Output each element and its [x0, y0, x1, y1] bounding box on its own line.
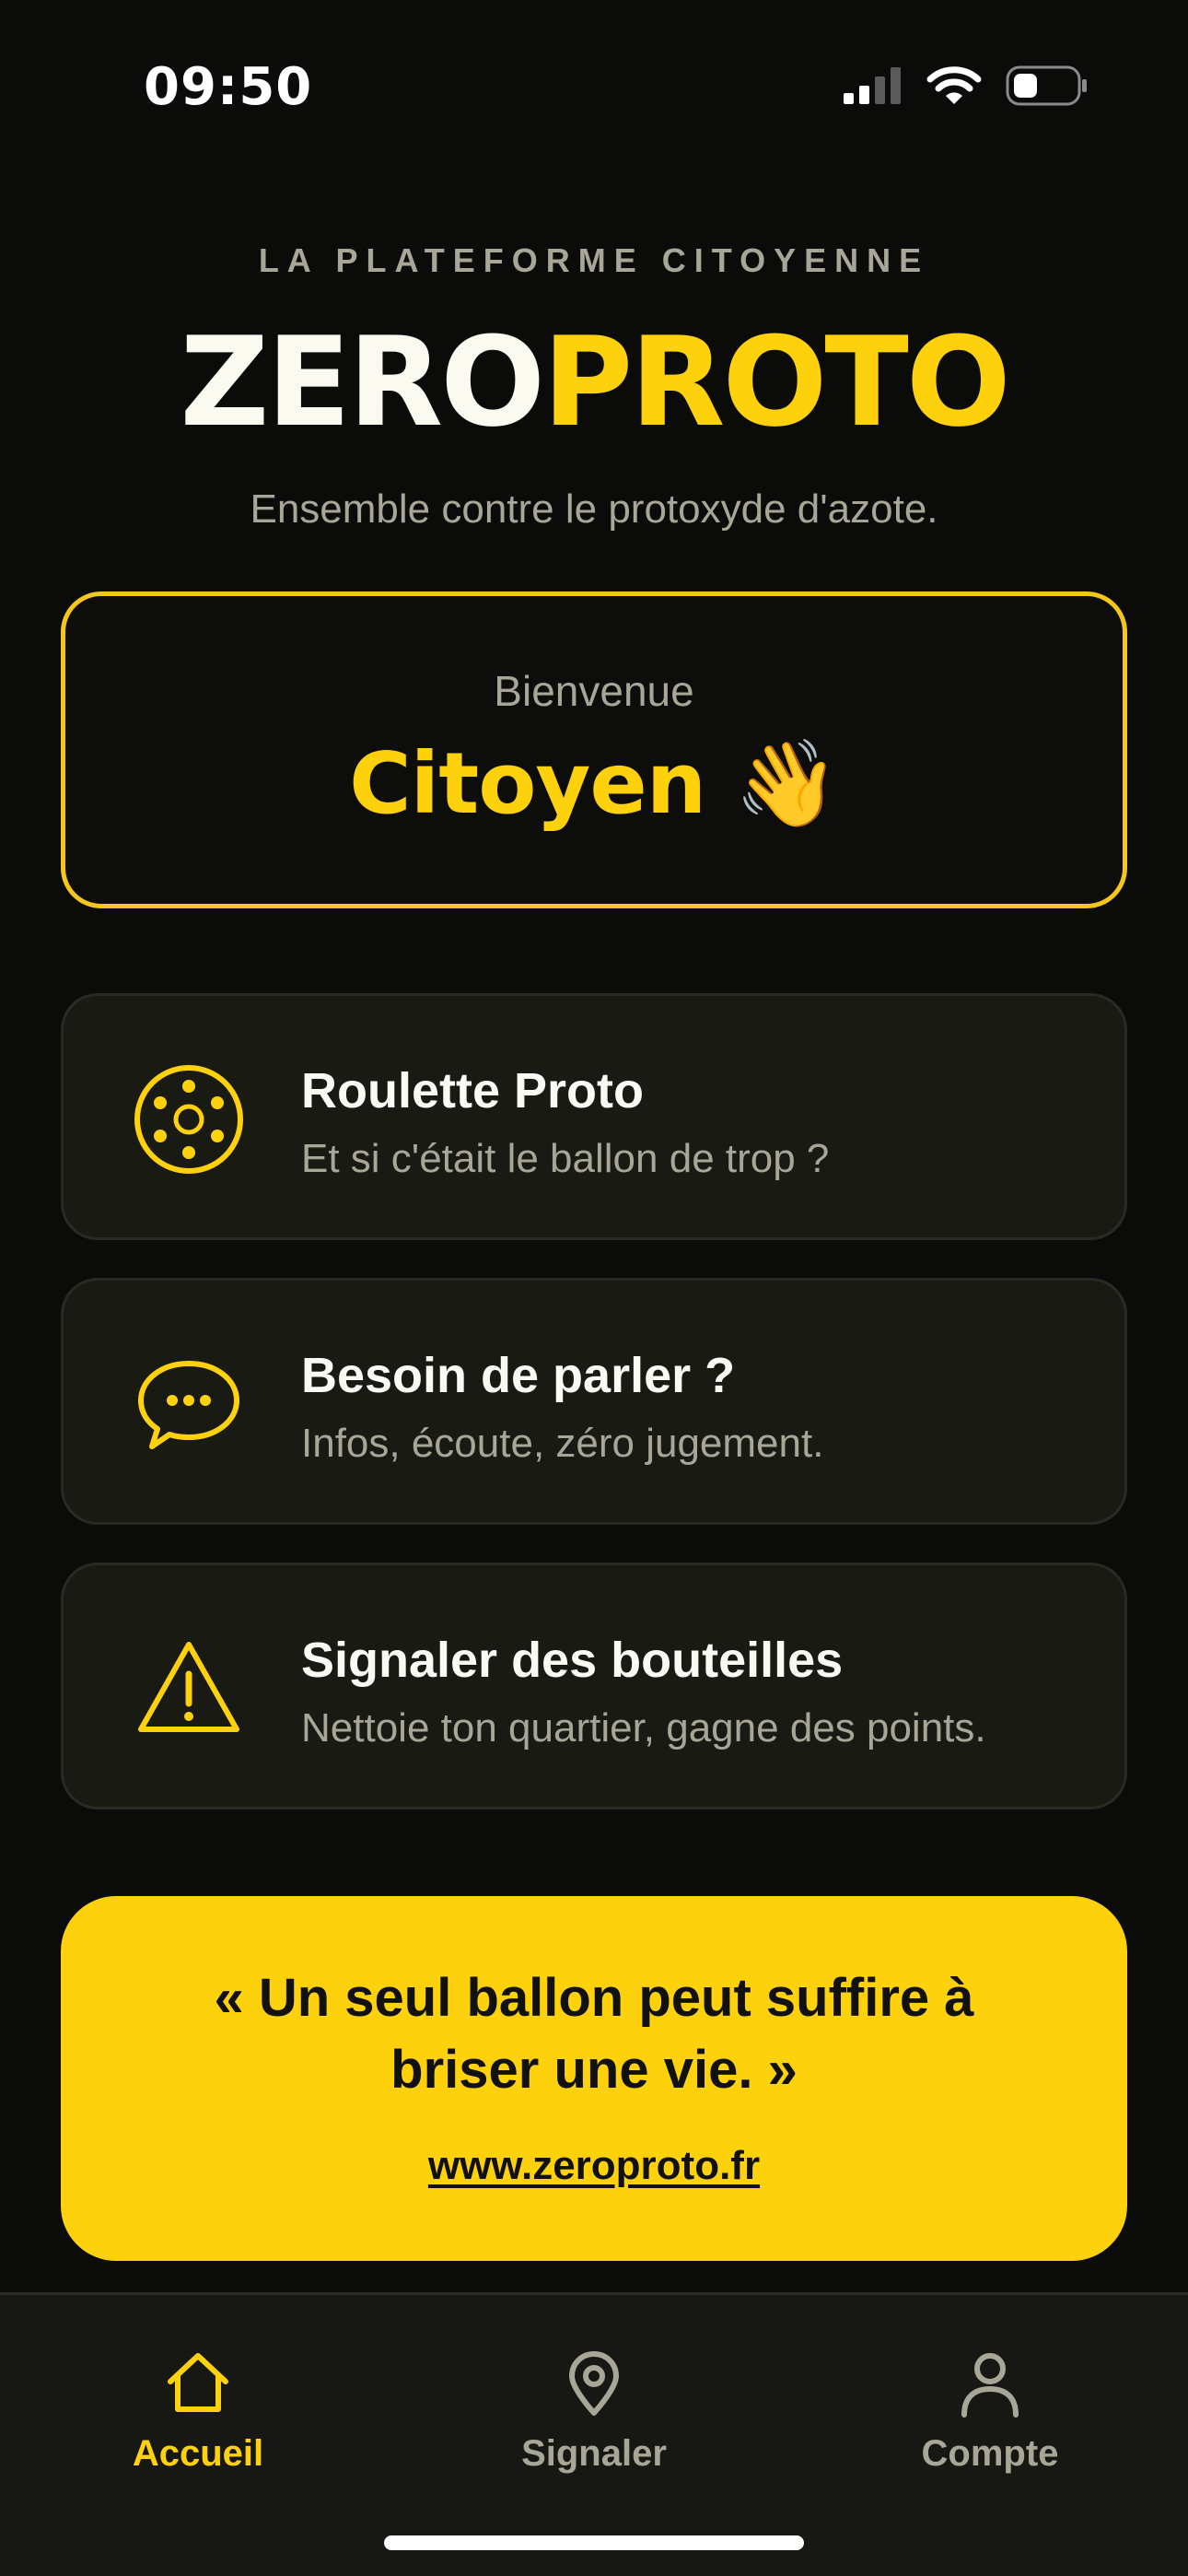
quote-card: « Un seul ballon peut suffire à briser u…: [61, 1896, 1127, 2261]
wifi-icon: [926, 66, 982, 104]
welcome-name: Citoyen 👋: [349, 734, 840, 833]
subtitle: Ensemble contre le protoxyde d'azote.: [250, 486, 938, 532]
welcome-label: Bienvenue: [494, 667, 694, 715]
card-title: Signaler des bouteilles: [301, 1633, 844, 1688]
tab-accueil[interactable]: Accueil: [60, 2348, 336, 2475]
home-indicator[interactable]: [384, 2535, 804, 2550]
tab-label: Compte: [921, 2433, 1059, 2474]
roulette-proto-card[interactable]: Roulette Proto Et si c'était le ballon d…: [61, 993, 1127, 1240]
card-description: Infos, écoute, zéro jugement.: [301, 1421, 824, 1466]
home-icon: [168, 2353, 228, 2412]
status-bar: 09:50: [0, 0, 1188, 175]
roulette-icon: [134, 1065, 243, 1174]
welcome-card: Bienvenue Citoyen 👋: [61, 591, 1127, 908]
tab-bar: Accueil Signaler Compte: [0, 2292, 1188, 2576]
tagline: LA PLATEFORME CITOYENNE: [258, 241, 930, 279]
tab-label: Accueil: [132, 2433, 264, 2474]
card-title: Besoin de parler ?: [301, 1348, 736, 1403]
card-title: Roulette Proto: [301, 1063, 644, 1118]
tab-label: Signaler: [521, 2433, 667, 2474]
website-link[interactable]: www.zeroproto.fr: [61, 2143, 1127, 2189]
status-icons: [842, 64, 1089, 107]
app-logo: ZEROPROTO: [0, 313, 1188, 451]
status-time: 09:50: [144, 57, 313, 117]
besoin-de-parler-card[interactable]: Besoin de parler ? Infos, écoute, zéro j…: [61, 1278, 1127, 1525]
card-description: Et si c'était le ballon de trop ?: [301, 1136, 830, 1181]
user-icon: [961, 2353, 1019, 2418]
cellular-signal-icon: [844, 67, 901, 104]
location-pin-icon: [569, 2351, 619, 2416]
tab-compte[interactable]: Compte: [852, 2348, 1128, 2475]
signaler-bouteilles-card[interactable]: Signaler des bouteilles Nettoie ton quar…: [61, 1563, 1127, 1809]
home-screen: 09:50 LA PLATEFORME CITOYENNE ZEROPROTO …: [0, 0, 1188, 2576]
tab-signaler[interactable]: Signaler: [456, 2348, 732, 2475]
quote-text: « Un seul ballon peut suffire à briser u…: [214, 1968, 974, 2100]
logo-zero: ZERO: [180, 310, 545, 454]
warning-icon: [138, 1642, 239, 1732]
card-description: Nettoie ton quartier, gagne des points.: [301, 1705, 986, 1751]
chat-bubble-icon: [138, 1361, 239, 1449]
battery-icon: [1006, 65, 1087, 106]
logo-proto: PROTO: [542, 310, 1011, 454]
